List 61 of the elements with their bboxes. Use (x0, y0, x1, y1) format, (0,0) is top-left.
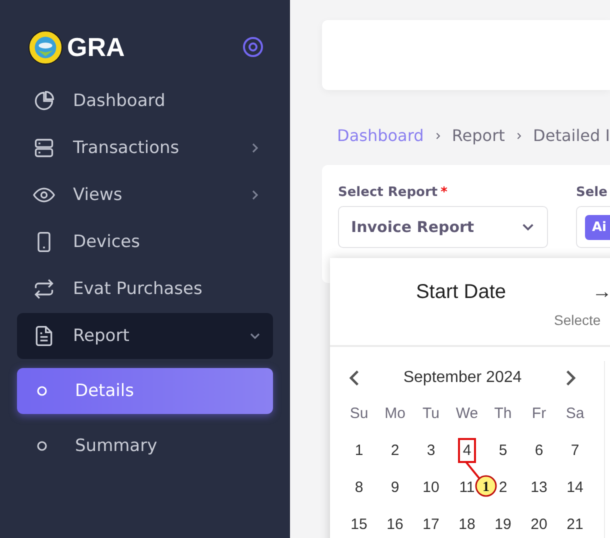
sidebar-item[interactable]: Transactions (17, 125, 273, 171)
sidebar-item[interactable]: Dashboard (17, 78, 273, 124)
calendar-day[interactable]: 8 (352, 477, 366, 498)
server-icon (33, 137, 55, 159)
sidebar-item[interactable]: Views (17, 172, 273, 218)
calendar-day[interactable]: 18 (456, 514, 478, 535)
calendar-day[interactable]: 6 (532, 440, 546, 461)
weekday-label: Fr (532, 405, 546, 422)
calendar-day[interactable]: 2 (496, 477, 510, 498)
weekday-label: Th (494, 405, 512, 422)
calendar-day[interactable]: 2 (388, 440, 402, 461)
sidebar-item[interactable]: Evat Purchases (17, 266, 273, 312)
weekday-label: We (456, 405, 478, 422)
calendar-day[interactable]: 9 (388, 477, 402, 498)
required-mark: * (440, 185, 448, 200)
picker-title: Start Date (414, 281, 508, 304)
weekday-label: Sa (566, 405, 584, 422)
brand-name: GRA (67, 32, 125, 62)
month-title: September 2024 (402, 369, 523, 387)
calendar-day[interactable]: 17 (420, 514, 442, 535)
emblem-logo (28, 30, 63, 64)
sidebar-subitem[interactable]: Details (17, 368, 273, 414)
calendar-day[interactable]: 19 (492, 514, 514, 535)
calendar-day[interactable]: 4 (460, 440, 474, 461)
weekday-label: Tu (422, 405, 440, 422)
calendar-day[interactable]: 5 (496, 440, 510, 461)
chevron-right-icon (434, 130, 442, 140)
weekday-label: Mo (384, 405, 406, 422)
calendar-day[interactable]: 7 (568, 440, 582, 461)
circle-icon (37, 386, 47, 396)
calendar-day[interactable]: 1 (352, 440, 366, 461)
pie-chart-icon (33, 90, 55, 112)
chevron-right-icon (514, 130, 524, 140)
breadcrumb-item: Report (452, 126, 505, 145)
calendar-day[interactable]: 11 (456, 477, 478, 498)
field-label: Sele (576, 185, 608, 200)
report-select[interactable]: Invoice Report (338, 206, 548, 248)
leader-line (465, 461, 480, 479)
calendar-day[interactable]: 14 (564, 477, 586, 498)
select-field[interactable]: Ai (576, 206, 610, 248)
selected-label: Selecte (554, 312, 601, 328)
sidebar-subitem[interactable]: Summary (17, 423, 273, 469)
breadcrumb-item: Detailed I (533, 126, 610, 145)
arrow-glyph: → (592, 281, 610, 304)
sidebar-item[interactable]: Report (17, 313, 273, 359)
calendar-day[interactable]: 10 (420, 477, 442, 498)
calendar-day[interactable]: 13 (528, 477, 550, 498)
sidebar-item[interactable]: Devices (17, 219, 273, 265)
swap-arrows-icon (33, 278, 55, 300)
calendar-day[interactable]: 16 (384, 514, 406, 535)
calendar-day[interactable]: 20 (528, 514, 550, 535)
circle-icon (37, 441, 47, 451)
callout-badge: 1 (475, 475, 497, 497)
sidebar-toggle-icon[interactable] (242, 36, 264, 58)
weekday-label: Su (350, 405, 368, 422)
document-icon (33, 325, 55, 347)
field-label: Select Report (338, 185, 438, 200)
calendar-day[interactable]: 15 (348, 514, 370, 535)
calendar-day[interactable]: 21 (564, 514, 586, 535)
calendar-day[interactable]: 3 (424, 440, 438, 461)
chip: Ai (585, 214, 610, 240)
